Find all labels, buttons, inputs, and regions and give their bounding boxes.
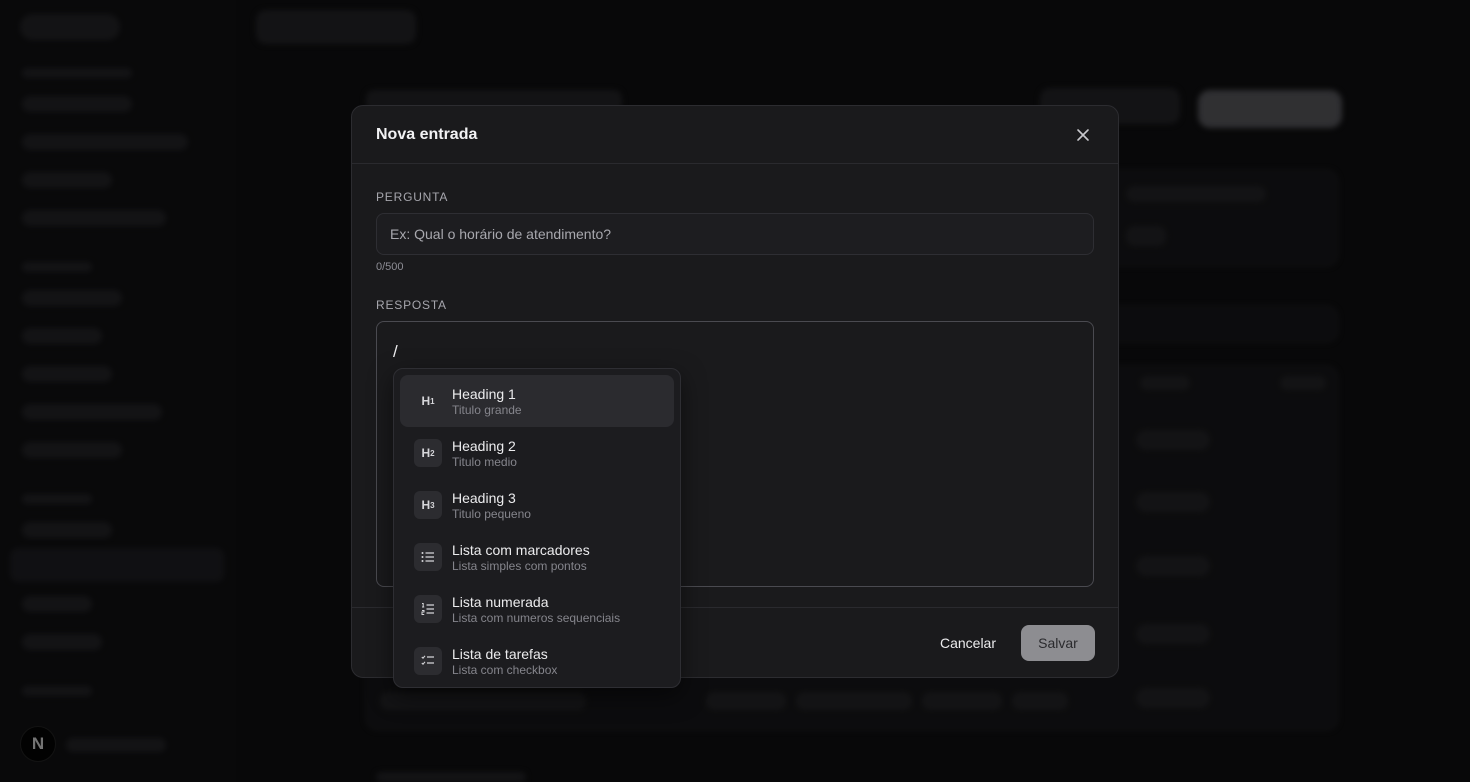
- menu-item-label: Lista numerada: [452, 593, 549, 610]
- answer-editor-text: /: [393, 342, 398, 361]
- menu-item-label: Heading 3: [452, 489, 516, 506]
- slash-command-menu: H1 Heading 1 Titulo grande H2 Heading 2 …: [393, 368, 681, 688]
- heading-1-icon: H1: [421, 394, 435, 408]
- dialog-header: Nova entrada: [352, 106, 1118, 164]
- menu-item-label: Lista de tarefas: [452, 645, 548, 662]
- menu-item-heading-1[interactable]: H1 Heading 1 Titulo grande: [400, 375, 674, 427]
- menu-item-description: Titulo medio: [452, 454, 517, 469]
- question-label: PERGUNTA: [376, 190, 449, 204]
- heading-3-icon: H3: [414, 491, 442, 519]
- menu-item-description: Lista simples com pontos: [452, 558, 587, 573]
- menu-item-heading-2[interactable]: H2 Heading 2 Titulo medio: [400, 427, 674, 479]
- question-input[interactable]: [376, 213, 1094, 255]
- save-button[interactable]: Salvar: [1021, 625, 1095, 661]
- menu-item-task-list[interactable]: Lista de tarefas Lista com checkbox: [400, 635, 674, 687]
- task-list-icon: [414, 647, 442, 675]
- close-button[interactable]: [1072, 124, 1094, 146]
- bullet-list-icon: [414, 543, 442, 571]
- close-icon: [1077, 128, 1089, 141]
- heading-2-icon: H2: [414, 439, 442, 467]
- menu-item-label: Heading 2: [452, 437, 516, 454]
- menu-item-description: Lista com checkbox: [452, 662, 558, 677]
- answer-label: RESPOSTA: [376, 298, 447, 312]
- question-char-counter: 0/500: [376, 261, 404, 273]
- menu-item-heading-3[interactable]: H3 Heading 3 Titulo pequeno: [400, 479, 674, 531]
- menu-item-label: Lista com marcadores: [452, 541, 590, 558]
- menu-item-bullet-list[interactable]: Lista com marcadores Lista simples com p…: [400, 531, 674, 583]
- menu-item-description: Lista com numeros sequenciais: [452, 610, 621, 625]
- menu-item-label: Heading 1: [452, 385, 516, 402]
- menu-item-numbered-list[interactable]: Lista numerada Lista com numeros sequenc…: [400, 583, 674, 635]
- menu-item-description: Titulo pequeno: [452, 506, 531, 521]
- numbered-list-icon: [414, 595, 442, 623]
- menu-item-description: Titulo grande: [452, 402, 522, 417]
- cancel-button[interactable]: Cancelar: [924, 625, 1012, 661]
- dialog-title: Nova entrada: [376, 125, 478, 143]
